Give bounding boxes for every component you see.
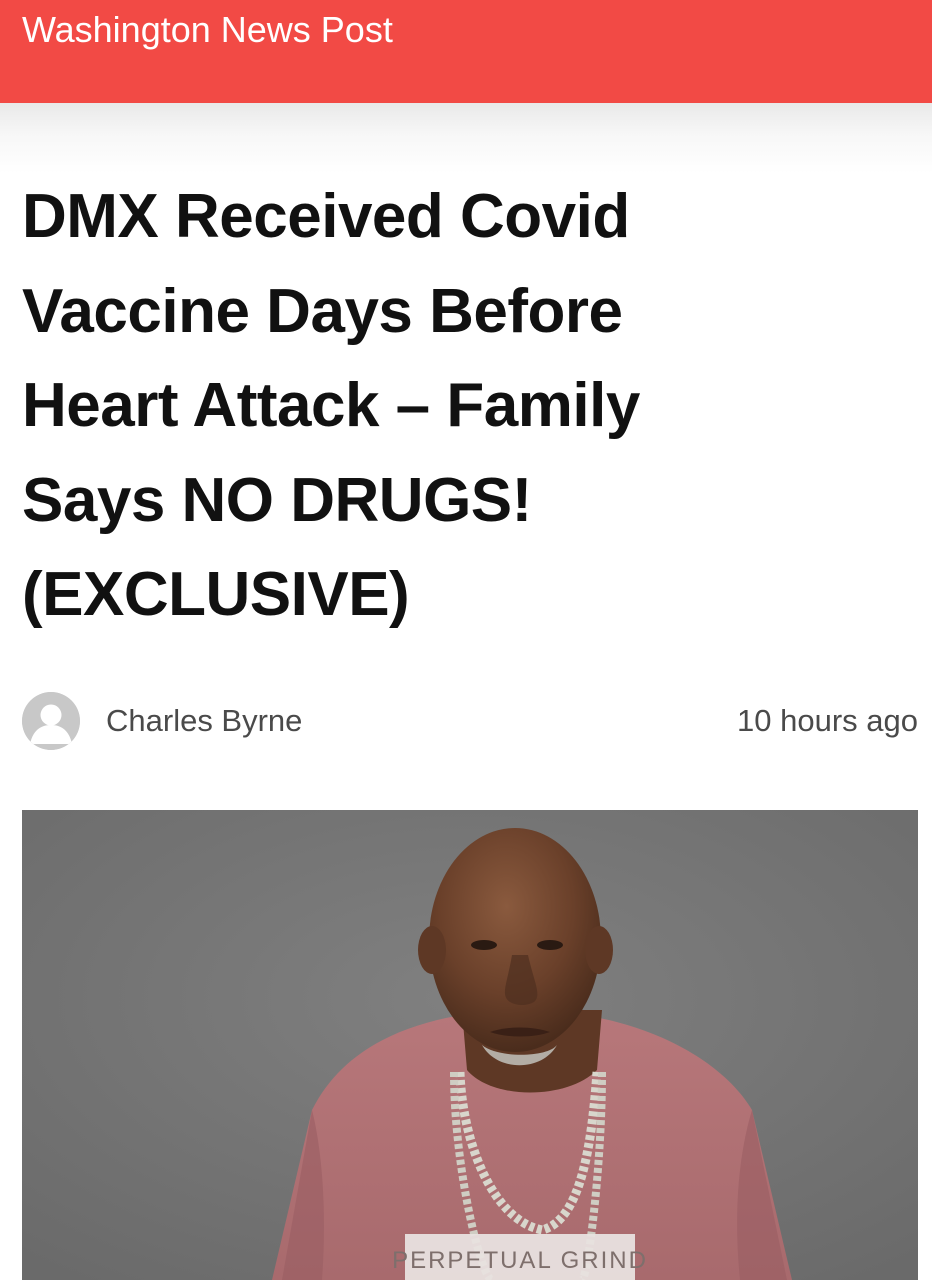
article-photo[interactable]: PERPETUAL GRIND <box>22 810 918 1280</box>
author-name[interactable]: Charles Byrne <box>106 702 302 740</box>
article-headline: DMX Received Covid Vaccine Days Before H… <box>22 170 902 643</box>
byline: Charles Byrne 10 hours ago <box>22 692 918 752</box>
headline-line: Says NO DRUGS! <box>22 465 532 535</box>
headline-line: (EXCLUSIVE) <box>22 560 410 629</box>
timestamp: 10 hours ago <box>737 703 918 738</box>
site-name[interactable]: Washington News Post <box>22 8 393 52</box>
shirt-print-text: PERPETUAL GRIND <box>392 1247 648 1274</box>
header-shadow <box>0 103 932 173</box>
site-header: Washington News Post <box>0 0 932 103</box>
headline-line: Heart Attack – Family <box>22 371 640 440</box>
headline-line: DMX Received Covid <box>22 182 630 251</box>
user-avatar-icon[interactable] <box>22 692 80 750</box>
headline-line: Vaccine Days Before <box>22 276 623 346</box>
